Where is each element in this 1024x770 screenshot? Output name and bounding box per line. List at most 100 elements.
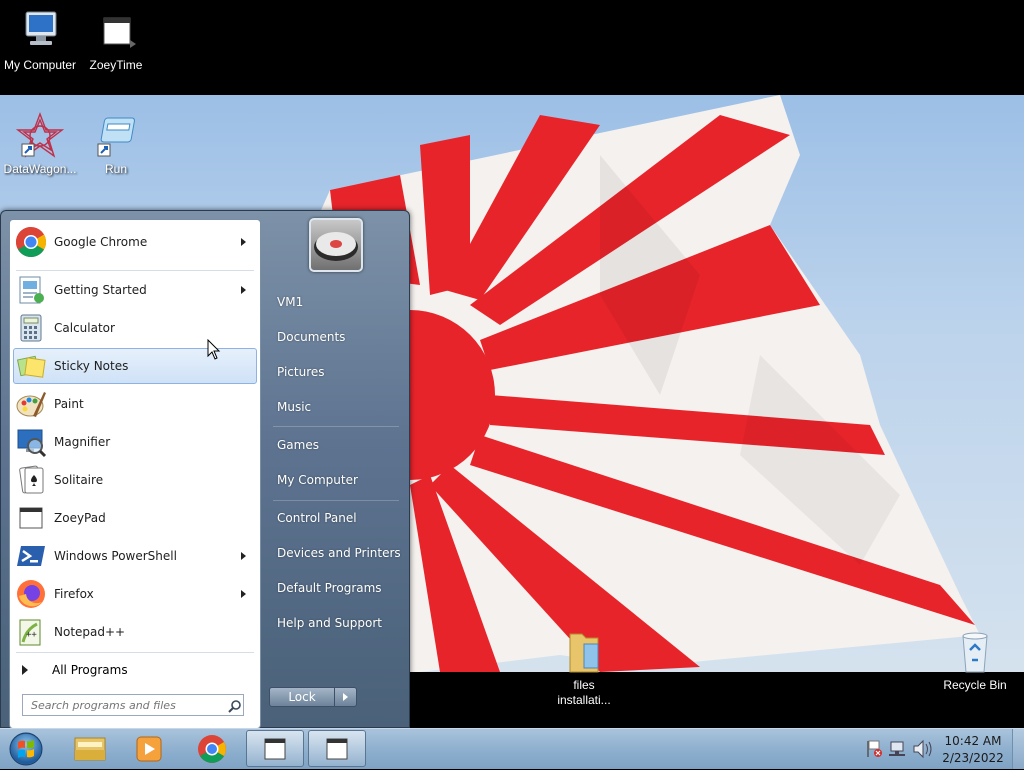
taskbar-window-2[interactable] <box>308 730 366 767</box>
program-label: Magnifier <box>54 435 111 449</box>
program-firefox[interactable]: Firefox <box>13 576 257 612</box>
windows-explorer-icon <box>74 737 106 761</box>
desktop-icon-label: Recycle Bin <box>943 678 1007 692</box>
window-icon <box>264 738 286 760</box>
search-programs-input[interactable] <box>22 694 244 716</box>
desktop-icon-label: ZoeyTime <box>89 58 143 72</box>
right-item-control-panel[interactable]: Control Panel <box>269 503 403 533</box>
arrow-right-icon <box>343 693 348 701</box>
divider <box>273 426 399 427</box>
window-icon <box>326 738 348 760</box>
program-label: Sticky Notes <box>54 359 129 373</box>
desktop-icon-label: installati... <box>557 693 611 707</box>
my-computer-desktop-icon[interactable]: My Computer <box>0 8 80 73</box>
recycle-bin-icon <box>951 628 999 676</box>
program-label: Google Chrome <box>54 235 148 249</box>
all-programs-button[interactable]: All Programs <box>14 656 254 684</box>
arrow-right-icon <box>22 665 28 675</box>
program-zoeypad[interactable]: ZoeyPad <box>13 500 257 536</box>
divider <box>16 652 254 653</box>
program-label: Paint <box>54 397 84 411</box>
magnifier-icon <box>15 426 47 458</box>
taskbar-window-1[interactable] <box>246 730 304 767</box>
clock-date[interactable]: 2/23/2022 <box>938 751 1008 765</box>
start-menu: Google Chrome Getting Started Calculator… <box>0 210 410 729</box>
notepadpp-icon: ++ <box>15 616 47 648</box>
all-programs-label: All Programs <box>52 663 128 677</box>
desktop-icon-label: files <box>573 678 595 692</box>
powershell-icon <box>15 540 47 572</box>
zoeypad-icon <box>15 502 47 534</box>
solitaire-icon <box>15 464 47 496</box>
start-menu-programs-pane: Google Chrome Getting Started Calculator… <box>9 219 261 729</box>
right-item-my-computer[interactable]: My Computer <box>269 465 403 495</box>
program-label: Firefox <box>54 587 94 601</box>
network-icon[interactable] <box>889 741 905 756</box>
right-item-user-folder[interactable]: VM1 <box>269 287 403 317</box>
run-icon <box>92 112 140 160</box>
lock-button[interactable]: Lock <box>269 687 335 707</box>
right-item-help-and-support[interactable]: Help and Support <box>269 608 403 638</box>
search-icon[interactable] <box>228 699 242 713</box>
submenu-arrow-icon[interactable] <box>241 286 246 294</box>
submenu-arrow-icon[interactable] <box>241 552 246 560</box>
right-item-default-programs[interactable]: Default Programs <box>269 573 403 603</box>
run-desktop-icon[interactable]: Run <box>76 112 156 177</box>
windows-logo-icon <box>9 732 43 766</box>
clock-time[interactable]: 10:42 AM <box>938 734 1008 748</box>
program-magnifier[interactable]: Magnifier <box>13 424 257 460</box>
right-item-devices-and-printers[interactable]: Devices and Printers <box>269 538 403 568</box>
right-item-pictures[interactable]: Pictures <box>269 357 403 387</box>
program-getting-started[interactable]: Getting Started <box>13 272 257 308</box>
divider <box>273 500 399 501</box>
program-label: Getting Started <box>54 283 147 297</box>
paint-icon <box>15 388 47 420</box>
mouse-pointer-icon <box>207 338 221 364</box>
folder-icon <box>560 628 608 676</box>
show-desktop-button[interactable] <box>1012 729 1024 769</box>
program-google-chrome[interactable]: Google Chrome <box>13 224 257 260</box>
taskbar-media-player[interactable] <box>122 730 178 767</box>
program-label: Windows PowerShell <box>54 549 177 563</box>
program-windows-powershell[interactable]: Windows PowerShell <box>13 538 257 574</box>
divider <box>16 270 254 271</box>
chrome-icon <box>15 226 47 258</box>
program-label: Calculator <box>54 321 115 335</box>
submenu-arrow-icon[interactable] <box>241 238 246 246</box>
recycle-bin-desktop-icon[interactable]: Recycle Bin <box>935 628 1015 693</box>
right-item-games[interactable]: Games <box>269 430 403 460</box>
taskbar-windows-explorer[interactable] <box>62 730 118 767</box>
getting-started-icon <box>15 274 47 306</box>
volume-icon[interactable] <box>913 739 932 759</box>
right-item-music[interactable]: Music <box>269 392 403 422</box>
taskbar-google-chrome[interactable] <box>184 730 240 767</box>
start-button[interactable] <box>6 731 46 767</box>
sticky-notes-icon <box>15 350 47 382</box>
program-notepadpp[interactable]: ++ Notepad++ <box>13 614 257 650</box>
shutdown-options-button[interactable] <box>335 687 357 707</box>
datawagon-icon <box>15 112 65 160</box>
desktop-icon-label: Run <box>104 162 127 176</box>
window-app-icon <box>92 8 140 56</box>
datawagon-desktop-icon[interactable]: DataWagon... <box>0 112 80 177</box>
computer-icon <box>16 8 64 56</box>
program-paint[interactable]: Paint <box>13 386 257 422</box>
user-account-picture[interactable] <box>309 218 363 272</box>
zoeytime-desktop-icon[interactable]: ZoeyTime <box>76 8 156 73</box>
svg-text:++: ++ <box>26 630 37 640</box>
program-label: Solitaire <box>54 473 104 487</box>
files-installation-desktop-icon[interactable]: files installati... <box>544 628 624 708</box>
program-solitaire[interactable]: Solitaire <box>13 462 257 498</box>
taskbar: 10:42 AM 2/23/2022 <box>0 728 1024 769</box>
desktop-icon-label: My Computer <box>3 58 77 72</box>
media-player-icon <box>136 736 162 762</box>
program-label: Notepad++ <box>54 625 126 639</box>
submenu-arrow-icon[interactable] <box>241 590 246 598</box>
program-label: ZoeyPad <box>54 511 106 525</box>
action-center-flag-icon[interactable] <box>867 740 882 757</box>
desktop-icon-label: DataWagon... <box>3 162 77 176</box>
right-item-documents[interactable]: Documents <box>269 322 403 352</box>
firefox-icon <box>15 578 47 610</box>
turntable-icon <box>314 232 358 261</box>
chrome-icon <box>198 735 226 763</box>
